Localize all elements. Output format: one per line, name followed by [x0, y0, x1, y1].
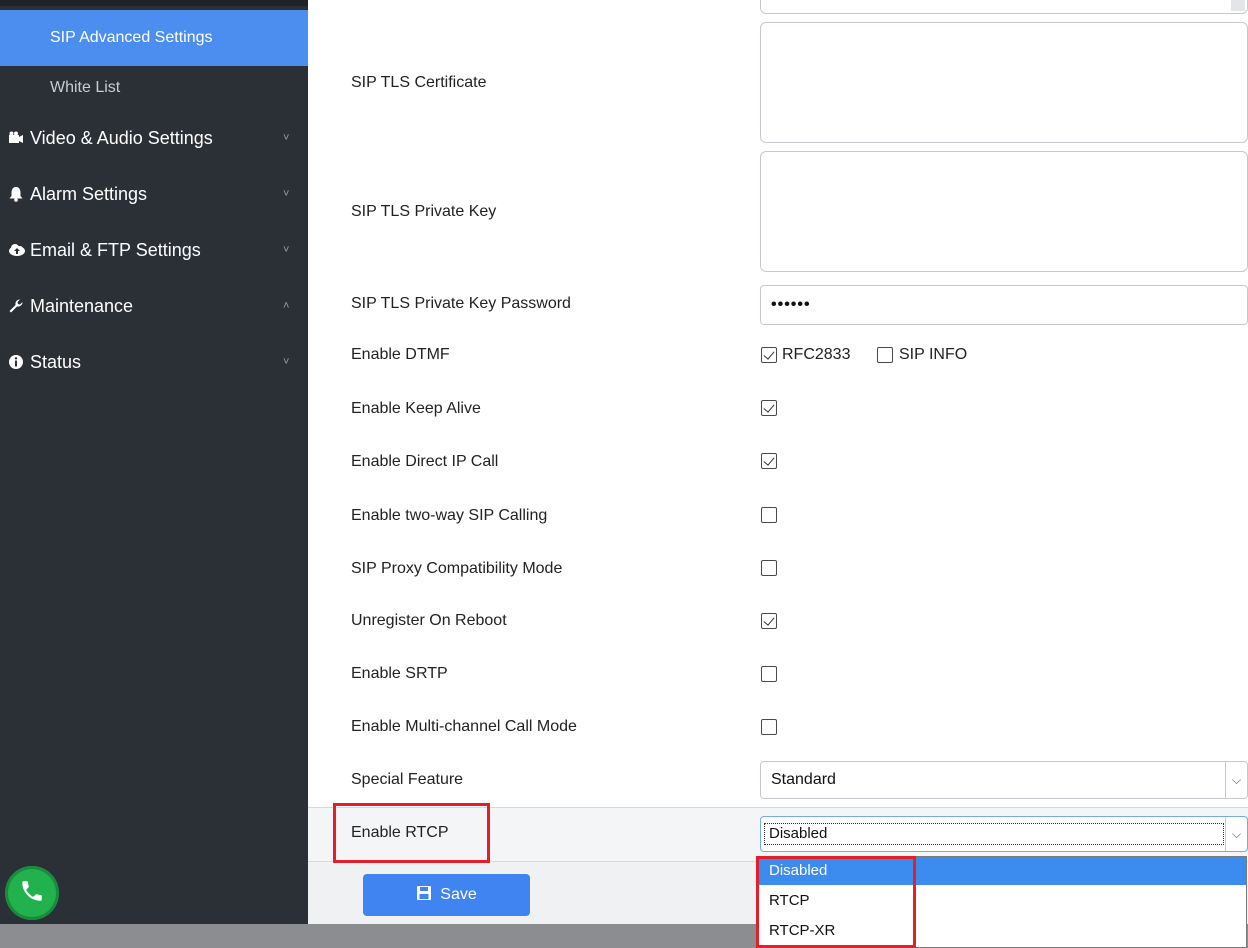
- special-feature-label: Special Feature: [351, 771, 464, 788]
- cloud-icon: [8, 243, 30, 257]
- enable-srtp-label: Enable SRTP: [351, 665, 448, 682]
- chevron-down-icon: ˅: [283, 132, 290, 144]
- enable-multi-channel-call-mode-label: Enable Multi-channel Call Mode: [351, 718, 577, 735]
- save-button[interactable]: Save: [363, 874, 530, 916]
- unregister-on-reboot-checkbox[interactable]: [761, 613, 777, 629]
- sip-tls-private-key-label: SIP TLS Private Key: [351, 203, 497, 220]
- special-feature-select[interactable]: Standard ⌵: [760, 761, 1248, 799]
- enable-keep-alive-checkbox[interactable]: [761, 400, 777, 416]
- chevron-up-icon: ˄: [283, 300, 290, 312]
- phone-call-button[interactable]: [5, 866, 59, 920]
- sip-proxy-compatibility-mode-checkbox[interactable]: [761, 560, 777, 576]
- enable-dtmf-label: Enable DTMF: [351, 346, 450, 363]
- sidebar-item-email-ftp-settings[interactable]: Email & FTP Settings ˅: [0, 222, 308, 278]
- sip-tls-certificate-textarea[interactable]: [760, 22, 1248, 143]
- highlight-box-rtcp-label: [333, 803, 490, 863]
- sidebar-item-alarm-settings[interactable]: Alarm Settings ˅: [0, 166, 308, 222]
- sip-tls-private-key-textarea[interactable]: [760, 151, 1248, 272]
- info-icon: [8, 354, 30, 370]
- enable-two-way-sip-calling-checkbox[interactable]: [761, 507, 777, 523]
- sip-tls-private-key-password-label: SIP TLS Private Key Password: [351, 295, 571, 312]
- sidebar-item-label: Status: [30, 352, 82, 372]
- special-feature-value: Standard: [771, 771, 836, 788]
- enable-direct-ip-call-label: Enable Direct IP Call: [351, 453, 499, 470]
- wrench-icon: [8, 298, 30, 314]
- chevron-down-icon: ˅: [283, 356, 290, 368]
- chevron-down-icon: ⌵: [1225, 817, 1247, 851]
- floppy-disk-icon: [416, 885, 432, 906]
- sidebar-item-label: Video & Audio Settings: [30, 128, 213, 148]
- chevron-down-icon: ˅: [283, 244, 290, 256]
- enable-multi-channel-call-mode-checkbox[interactable]: [761, 719, 777, 735]
- sidebar-top-edge: [0, 0, 308, 6]
- video-camera-icon: [8, 131, 30, 145]
- sip-proxy-compatibility-mode-label: SIP Proxy Compatibility Mode: [351, 560, 563, 577]
- sip-info-checkbox[interactable]: [877, 347, 893, 363]
- enable-keep-alive-label: Enable Keep Alive: [351, 400, 481, 417]
- unregister-on-reboot-label: Unregister On Reboot: [351, 612, 507, 629]
- sidebar-item-maintenance[interactable]: Maintenance ˄: [0, 278, 308, 334]
- sidebar-item-status[interactable]: Status ˅: [0, 334, 308, 390]
- highlight-box-rtcp-options: [756, 856, 916, 948]
- sip-info-label: SIP INFO: [899, 346, 968, 363]
- bell-icon: [8, 186, 30, 202]
- phone-icon: [19, 878, 45, 909]
- sidebar-item-white-list[interactable]: White List: [0, 60, 308, 116]
- scroll-tab: [1231, 0, 1245, 11]
- sidebar: SIP Advanced Settings White List Video &…: [0, 0, 308, 924]
- sip-tls-certificate-label: SIP TLS Certificate: [351, 74, 487, 91]
- enable-rtcp-value: Disabled: [764, 823, 1224, 845]
- sidebar-item-video-audio-settings[interactable]: Video & Audio Settings ˅: [0, 110, 308, 166]
- sidebar-item-label: Email & FTP Settings: [30, 240, 201, 260]
- sidebar-item-label: Alarm Settings: [30, 184, 148, 204]
- sidebar-item-label: Maintenance: [30, 296, 134, 316]
- chevron-down-icon: ⌵: [1225, 762, 1247, 798]
- main-panel: SIP TLS Certificate SIP TLS Private Key …: [308, 0, 1248, 924]
- enable-srtp-checkbox[interactable]: [761, 666, 777, 682]
- sidebar-item-label: SIP Advanced Settings: [50, 29, 213, 46]
- rfc2833-label: RFC2833: [782, 346, 851, 363]
- previous-field-input[interactable]: [760, 0, 1248, 14]
- enable-two-way-sip-calling-label: Enable two-way SIP Calling: [351, 507, 548, 524]
- sip-tls-private-key-password-input[interactable]: ••••••: [760, 285, 1248, 325]
- save-button-label: Save: [440, 886, 477, 903]
- sidebar-item-label: White List: [50, 79, 121, 96]
- chevron-down-icon: ˅: [283, 188, 290, 200]
- rfc2833-checkbox[interactable]: [761, 347, 777, 363]
- enable-rtcp-select[interactable]: Disabled ⌵: [760, 816, 1248, 852]
- enable-direct-ip-call-checkbox[interactable]: [761, 453, 777, 469]
- sidebar-item-sip-advanced-settings[interactable]: SIP Advanced Settings: [0, 10, 308, 66]
